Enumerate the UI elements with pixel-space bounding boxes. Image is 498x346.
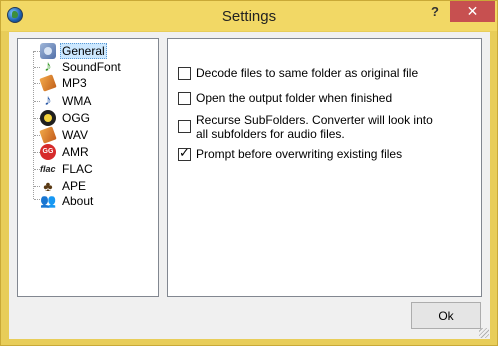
option-label: Recurse SubFolders. Converter will look …	[196, 113, 433, 141]
prompt-overwrite-checkbox[interactable]	[178, 146, 191, 161]
option-decode-same-folder[interactable]: Decode files to same folder as original …	[178, 66, 436, 80]
soundfont-icon: ♪	[44, 58, 52, 75]
tree-item-label: MP3	[62, 76, 87, 90]
resize-grip-icon[interactable]	[479, 328, 489, 338]
wma-icon: ♪	[44, 92, 52, 109]
tree-item-ogg[interactable]: OGG	[40, 109, 92, 127]
tree-item-flac[interactable]: flac FLAC	[40, 160, 95, 178]
tree-item-wma[interactable]: ♪ WMA	[40, 92, 93, 110]
mp3-icon	[39, 74, 57, 92]
option-prompt-overwrite[interactable]: Prompt before overwriting existing files	[178, 146, 436, 161]
title-bar[interactable]: Settings ? ✕	[1, 1, 497, 31]
general-settings-panel: Decode files to same folder as original …	[167, 38, 482, 297]
tree-item-label: AMR	[62, 145, 89, 159]
tree-item-label: OGG	[62, 111, 91, 125]
tree-item-wav[interactable]: WAV	[39, 126, 90, 144]
tree-item-label: FLAC	[62, 162, 93, 176]
general-icon	[40, 43, 56, 59]
amr-icon: GG	[40, 144, 56, 160]
ogg-icon	[40, 110, 56, 126]
tree-item-label: WAV	[62, 128, 88, 142]
tree-item-label: WMA	[62, 94, 92, 108]
help-button[interactable]: ?	[422, 1, 448, 22]
option-label: Open the output folder when finished	[196, 91, 393, 105]
tree-item-label: SoundFont	[62, 60, 121, 74]
ok-button[interactable]: Ok	[411, 302, 481, 329]
settings-window: Settings ? ✕ General ♪ SoundFont MP3 ♪ W…	[0, 0, 498, 346]
tree-connector	[33, 51, 34, 199]
tree-item-about[interactable]: 👥 About	[40, 192, 95, 210]
tree-item-amr[interactable]: GG AMR	[40, 143, 91, 161]
tree-item-label: General	[60, 43, 107, 59]
wav-icon	[39, 126, 57, 144]
option-recurse-subfolders[interactable]: Recurse SubFolders. Converter will look …	[178, 113, 436, 141]
dialog-body: General ♪ SoundFont MP3 ♪ WMA OGG WAV GG…	[9, 32, 490, 339]
close-button[interactable]: ✕	[450, 1, 495, 22]
option-label: Decode files to same folder as original …	[196, 66, 419, 80]
option-label: Prompt before overwriting existing files	[196, 147, 403, 161]
recurse-subfolders-checkbox[interactable]	[178, 120, 191, 133]
tree-item-mp3[interactable]: MP3	[39, 74, 89, 92]
flac-icon: flac	[40, 164, 56, 174]
settings-tree[interactable]: General ♪ SoundFont MP3 ♪ WMA OGG WAV GG…	[17, 38, 159, 297]
decode-same-folder-checkbox[interactable]	[178, 67, 191, 80]
tree-item-label: About	[62, 194, 94, 208]
open-output-folder-checkbox[interactable]	[178, 92, 191, 105]
about-icon: 👥	[40, 193, 57, 208]
option-open-output-folder[interactable]: Open the output folder when finished	[178, 91, 436, 105]
